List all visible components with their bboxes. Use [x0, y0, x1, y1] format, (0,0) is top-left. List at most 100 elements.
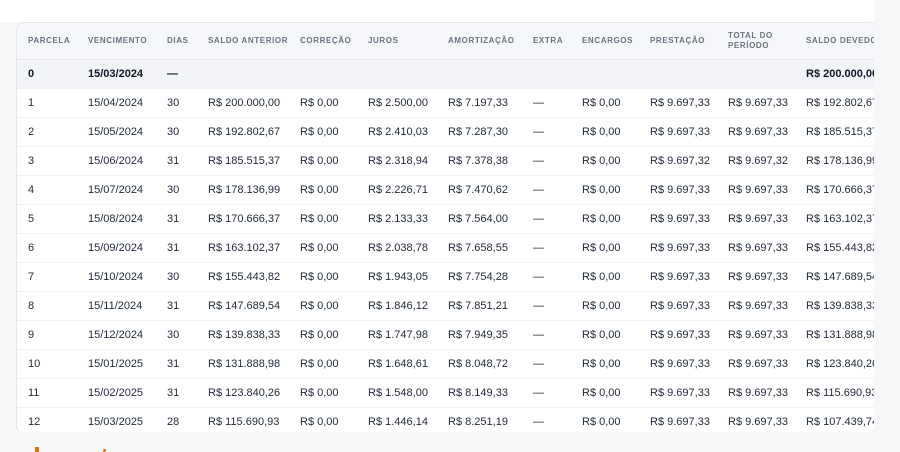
cell-amortizacao: R$ 8.149,33 [437, 378, 522, 408]
cell-prestacao: R$ 9.697,32 [639, 146, 717, 176]
cell-amortizacao: R$ 7.564,00 [437, 204, 522, 234]
cell-total-do-periodo: R$ 9.697,33 [717, 204, 795, 234]
cell-prestacao: R$ 9.697,33 [639, 407, 717, 433]
cell-total-do-periodo [717, 59, 795, 89]
cell-correcao: R$ 0,00 [289, 320, 357, 350]
cell-parcela: 2 [17, 117, 77, 147]
cell-saldo-anterior: R$ 147.689,54 [197, 291, 289, 321]
cell-dias: 31 [156, 233, 197, 263]
column-header-correcao[interactable]: CORREÇÃO [289, 23, 357, 60]
cell-encargos: R$ 0,00 [571, 175, 639, 205]
table-row-4: 4 15/07/2024 30 R$ 178.136,99 R$ 0,00 R$… [17, 175, 875, 205]
right-gutter [874, 0, 900, 452]
cell-dias: 31 [156, 378, 197, 408]
cell-total-do-periodo: R$ 9.697,33 [717, 378, 795, 408]
cell-saldo-anterior: R$ 131.888,98 [197, 349, 289, 379]
cell-juros: R$ 1.943,05 [357, 262, 437, 292]
cell-correcao: R$ 0,00 [289, 88, 357, 118]
cell-prestacao: R$ 9.697,33 [639, 262, 717, 292]
column-header-saldo-devedor[interactable]: SALDO DEVEDOR [795, 23, 875, 60]
cell-saldo-devedor: R$ 192.802,67 [795, 88, 875, 118]
cell-vencimento: 15/01/2025 [77, 349, 156, 379]
cell-juros: R$ 1.648,61 [357, 349, 437, 379]
table-row-9: 9 15/12/2024 30 R$ 139.838,33 R$ 0,00 R$… [17, 320, 875, 350]
column-header-vencimento[interactable]: VENCIMENTO [77, 23, 156, 60]
cell-amortizacao: R$ 7.658,55 [437, 233, 522, 263]
cell-saldo-devedor: R$ 200.000,00 [795, 59, 875, 89]
table-row-11: 11 15/02/2025 31 R$ 123.840,26 R$ 0,00 R… [17, 378, 875, 408]
cell-amortizacao: R$ 7.851,21 [437, 291, 522, 321]
cell-correcao: R$ 0,00 [289, 204, 357, 234]
cell-total-do-periodo: R$ 9.697,33 [717, 175, 795, 205]
cell-total-do-periodo: R$ 9.697,33 [717, 320, 795, 350]
cell-juros: R$ 2.500,00 [357, 88, 437, 118]
cell-parcela: 4 [17, 175, 77, 205]
column-header-total-do-periodo[interactable]: TOTAL DO PERÍODO [717, 23, 795, 60]
cell-dias: 30 [156, 88, 197, 118]
cell-amortizacao: R$ 7.470,62 [437, 175, 522, 205]
cell-extra: — [522, 349, 571, 379]
cell-juros: R$ 2.038,78 [357, 233, 437, 263]
column-header-extra[interactable]: EXTRA [522, 23, 571, 60]
cell-dias: 31 [156, 146, 197, 176]
column-header-prestacao[interactable]: PRESTAÇÃO [639, 23, 717, 60]
column-header-parcela[interactable]: PARCELA [17, 23, 77, 60]
cell-juros [357, 59, 437, 89]
cell-correcao: R$ 0,00 [289, 146, 357, 176]
cell-vencimento: 15/07/2024 [77, 175, 156, 205]
cell-extra: — [522, 175, 571, 205]
cell-prestacao: R$ 9.697,33 [639, 378, 717, 408]
cell-encargos: R$ 0,00 [571, 378, 639, 408]
cell-total-do-periodo: R$ 9.697,33 [717, 291, 795, 321]
cell-parcela: 12 [17, 407, 77, 433]
cell-saldo-devedor: R$ 155.443,82 [795, 233, 875, 263]
cell-prestacao: R$ 9.697,33 [639, 349, 717, 379]
cell-dias: 30 [156, 262, 197, 292]
cell-extra: — [522, 262, 571, 292]
cell-saldo-anterior: R$ 163.102,37 [197, 233, 289, 263]
cell-dias: 30 [156, 320, 197, 350]
cell-encargos: R$ 0,00 [571, 349, 639, 379]
cell-extra: — [522, 204, 571, 234]
cell-amortizacao [437, 59, 522, 89]
table-row-12: 12 15/03/2025 28 R$ 115.690,93 R$ 0,00 R… [17, 407, 875, 433]
cell-encargos: R$ 0,00 [571, 407, 639, 433]
amortization-table-card: PARCELA VENCIMENTO DIAS SALDO ANTERIOR C… [16, 22, 876, 434]
cell-prestacao: R$ 9.697,33 [639, 233, 717, 263]
cell-vencimento: 15/05/2024 [77, 117, 156, 147]
cell-correcao: R$ 0,00 [289, 349, 357, 379]
column-header-dias[interactable]: DIAS [156, 23, 197, 60]
cell-parcela: 3 [17, 146, 77, 176]
column-header-saldo-anterior[interactable]: SALDO ANTERIOR [197, 23, 289, 60]
cell-extra: — [522, 117, 571, 147]
cell-saldo-devedor: R$ 107.439,74 [795, 407, 875, 433]
cell-vencimento: 15/12/2024 [77, 320, 156, 350]
table-row-5: 5 15/08/2024 31 R$ 170.666,37 R$ 0,00 R$… [17, 204, 875, 234]
cell-vencimento: 15/08/2024 [77, 204, 156, 234]
cell-amortizacao: R$ 7.378,38 [437, 146, 522, 176]
column-header-juros[interactable]: JUROS [357, 23, 437, 60]
cell-amortizacao: R$ 8.048,72 [437, 349, 522, 379]
cell-correcao: R$ 0,00 [289, 175, 357, 205]
cell-saldo-devedor: R$ 123.840,26 [795, 349, 875, 379]
cell-dias: 28 [156, 407, 197, 433]
cell-amortizacao: R$ 7.287,30 [437, 117, 522, 147]
cell-correcao: R$ 0,00 [289, 262, 357, 292]
table-row-2: 2 15/05/2024 30 R$ 192.802,67 R$ 0,00 R$… [17, 117, 875, 147]
cell-vencimento: 15/06/2024 [77, 146, 156, 176]
amortization-table: PARCELA VENCIMENTO DIAS SALDO ANTERIOR C… [17, 23, 875, 433]
column-header-amortizacao[interactable]: AMORTIZAÇÃO [437, 23, 522, 60]
cell-juros: R$ 1.548,00 [357, 378, 437, 408]
cell-prestacao [639, 59, 717, 89]
column-header-encargos[interactable]: ENCARGOS [571, 23, 639, 60]
top-strip [0, 0, 874, 22]
cell-prestacao: R$ 9.697,33 [639, 204, 717, 234]
cell-encargos: R$ 0,00 [571, 117, 639, 147]
cell-amortizacao: R$ 7.197,33 [437, 88, 522, 118]
cell-total-do-periodo: R$ 9.697,33 [717, 117, 795, 147]
cell-total-do-periodo: R$ 9.697,32 [717, 146, 795, 176]
cell-extra [522, 59, 571, 89]
cell-vencimento: 15/04/2024 [77, 88, 156, 118]
cell-saldo-devedor: R$ 170.666,37 [795, 175, 875, 205]
cell-amortizacao: R$ 7.949,35 [437, 320, 522, 350]
